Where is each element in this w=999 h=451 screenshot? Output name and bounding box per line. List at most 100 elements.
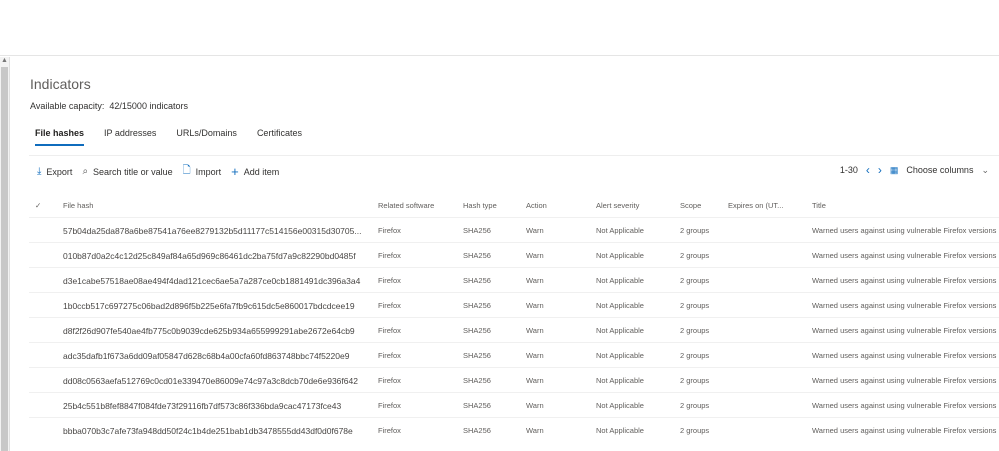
cell-scope: 2 groups: [680, 251, 710, 260]
cell-severity: Not Applicable: [596, 276, 644, 285]
cell-type: SHA256: [463, 326, 491, 335]
cell-hash: dd08c0563aefa512769c0cd01e339470e86009e7…: [63, 376, 358, 386]
column-title[interactable]: Title: [812, 201, 826, 210]
pagination-range: 1-30: [839, 165, 858, 175]
cell-type: SHA256: [463, 251, 491, 260]
table-row[interactable]: adc35dafb1f673a6dd09af05847d628c68b4a00c…: [29, 342, 999, 367]
cell-severity: Not Applicable: [596, 326, 644, 335]
cell-scope: 2 groups: [680, 351, 710, 360]
download-icon: ⤓: [37, 166, 42, 177]
cell-hash: d3e1cabe57518ae08ae494f4dad121cec6ae5a7a…: [63, 276, 361, 286]
column-action[interactable]: Action: [526, 201, 547, 210]
add-item-button[interactable]: + Add item: [231, 164, 279, 179]
column-hash-type[interactable]: Hash type: [463, 201, 497, 210]
table-row[interactable]: 25b4c551b8fef8847f084fde73f29116fb7df573…: [29, 392, 999, 417]
export-button[interactable]: ⤓ Export: [37, 166, 72, 177]
table-controls: 1-30 ‹ › ▦ Choose columns ⌄: [840, 163, 989, 177]
divider: [29, 155, 999, 156]
column-scope[interactable]: Scope: [680, 201, 701, 210]
cell-type: SHA256: [463, 226, 491, 235]
search-placeholder: Search title or value: [93, 166, 173, 177]
cell-software: Firefox: [378, 401, 401, 410]
search-input[interactable]: ⌕ Search title or value: [82, 166, 172, 177]
cell-software: Firefox: [378, 426, 401, 435]
cell-title: Warned users against using vulnerable Fi…: [812, 426, 997, 435]
cell-title: Warned users against using vulnerable Fi…: [812, 376, 997, 385]
cell-hash: 57b04da25da878a6be87541a76ee8279132b5d11…: [63, 226, 362, 236]
capacity-label: Available capacity:: [30, 101, 105, 111]
table-header: ✓ File hash Related software Hash type A…: [29, 193, 999, 218]
cell-software: Firefox: [378, 326, 401, 335]
import-button[interactable]: 🗋 Import: [183, 163, 222, 180]
table-row[interactable]: d3e1cabe57518ae08ae494f4dad121cec6ae5a7a…: [29, 267, 999, 292]
cell-title: Warned users against using vulnerable Fi…: [812, 226, 997, 235]
chevron-left-icon[interactable]: ‹: [866, 163, 870, 177]
table-row[interactable]: d8f2f26d907fe540ae4fb775c0b9039cde625b93…: [29, 317, 999, 342]
cell-scope: 2 groups: [680, 276, 710, 285]
cell-action: Warn: [526, 251, 544, 260]
cell-action: Warn: [526, 301, 544, 310]
scroll-up-icon[interactable]: ▲: [1, 57, 8, 64]
plus-icon: +: [231, 164, 239, 179]
cell-type: SHA256: [463, 276, 491, 285]
cell-severity: Not Applicable: [596, 351, 644, 360]
table-row[interactable]: dd08c0563aefa512769c0cd01e339470e86009e7…: [29, 367, 999, 392]
cell-action: Warn: [526, 401, 544, 410]
cell-scope: 2 groups: [680, 426, 710, 435]
search-icon: ⌕: [82, 166, 89, 177]
cell-severity: Not Applicable: [596, 226, 644, 235]
scrollbar-thumb[interactable]: [1, 67, 8, 451]
cell-hash: 010b87d0a2c4c12d25c849af84a65d969c86461d…: [63, 251, 356, 261]
cell-software: Firefox: [378, 226, 401, 235]
cell-severity: Not Applicable: [596, 376, 644, 385]
cell-severity: Not Applicable: [596, 401, 644, 410]
select-all-checkbox[interactable]: ✓: [35, 201, 41, 210]
tab-urls-domains[interactable]: URLs/Domains: [176, 128, 237, 146]
table-row[interactable]: 010b87d0a2c4c12d25c849af84a65d969c86461d…: [29, 242, 999, 267]
capacity-value: 42/15000 indicators: [109, 101, 188, 111]
cell-hash: 1b0ccb517c697275c06bad2d896f5b225e6fa7fb…: [63, 301, 355, 311]
cell-scope: 2 groups: [680, 326, 710, 335]
cell-software: Firefox: [378, 276, 401, 285]
chevron-right-icon[interactable]: ›: [878, 163, 882, 177]
export-label: Export: [46, 166, 73, 177]
columns-icon: ▦: [889, 164, 899, 175]
tab-certificates[interactable]: Certificates: [257, 128, 302, 146]
cell-action: Warn: [526, 326, 544, 335]
cell-severity: Not Applicable: [596, 251, 644, 260]
cell-action: Warn: [526, 226, 544, 235]
tab-file-hashes[interactable]: File hashes: [35, 128, 85, 146]
capacity: Available capacity: 42/15000 indicators: [30, 101, 188, 111]
tab-ip-addresses[interactable]: IP addresses: [104, 128, 156, 146]
import-label: Import: [195, 166, 222, 177]
file-import-icon: 🗋: [182, 165, 191, 176]
cell-title: Warned users against using vulnerable Fi…: [812, 301, 997, 310]
cell-software: Firefox: [378, 301, 401, 310]
column-alert-severity[interactable]: Alert severity: [596, 201, 639, 210]
column-expires[interactable]: Expires on (UT...: [728, 201, 783, 210]
cell-type: SHA256: [463, 376, 491, 385]
cell-type: SHA256: [463, 351, 491, 360]
column-related-software[interactable]: Related software: [378, 201, 434, 210]
page-title: Indicators: [30, 76, 91, 92]
table-row[interactable]: bbba070b3c7afe73fa948dd50f24c1b4de251bab…: [29, 417, 999, 442]
choose-columns-button[interactable]: Choose columns: [906, 165, 973, 175]
cell-hash: bbba070b3c7afe73fa948dd50f24c1b4de251bab…: [63, 426, 353, 436]
add-item-label: Add item: [243, 166, 280, 177]
column-file-hash[interactable]: File hash: [63, 201, 93, 210]
tabs: File hashes IP addresses URLs/Domains Ce…: [35, 128, 302, 146]
cell-software: Firefox: [378, 351, 401, 360]
cell-title: Warned users against using vulnerable Fi…: [812, 276, 997, 285]
cell-title: Warned users against using vulnerable Fi…: [812, 326, 997, 335]
table-row[interactable]: 1b0ccb517c697275c06bad2d896f5b225e6fa7fb…: [29, 292, 999, 317]
cell-action: Warn: [526, 351, 544, 360]
cell-hash: adc35dafb1f673a6dd09af05847d628c68b4a00c…: [63, 351, 350, 361]
cell-type: SHA256: [463, 401, 491, 410]
vertical-scrollbar[interactable]: ▲: [0, 57, 10, 451]
cell-severity: Not Applicable: [596, 301, 644, 310]
table-row[interactable]: 57b04da25da878a6be87541a76ee8279132b5d11…: [29, 217, 999, 242]
chevron-down-icon[interactable]: ⌄: [981, 165, 989, 176]
cell-severity: Not Applicable: [596, 426, 644, 435]
cell-action: Warn: [526, 276, 544, 285]
cell-action: Warn: [526, 376, 544, 385]
